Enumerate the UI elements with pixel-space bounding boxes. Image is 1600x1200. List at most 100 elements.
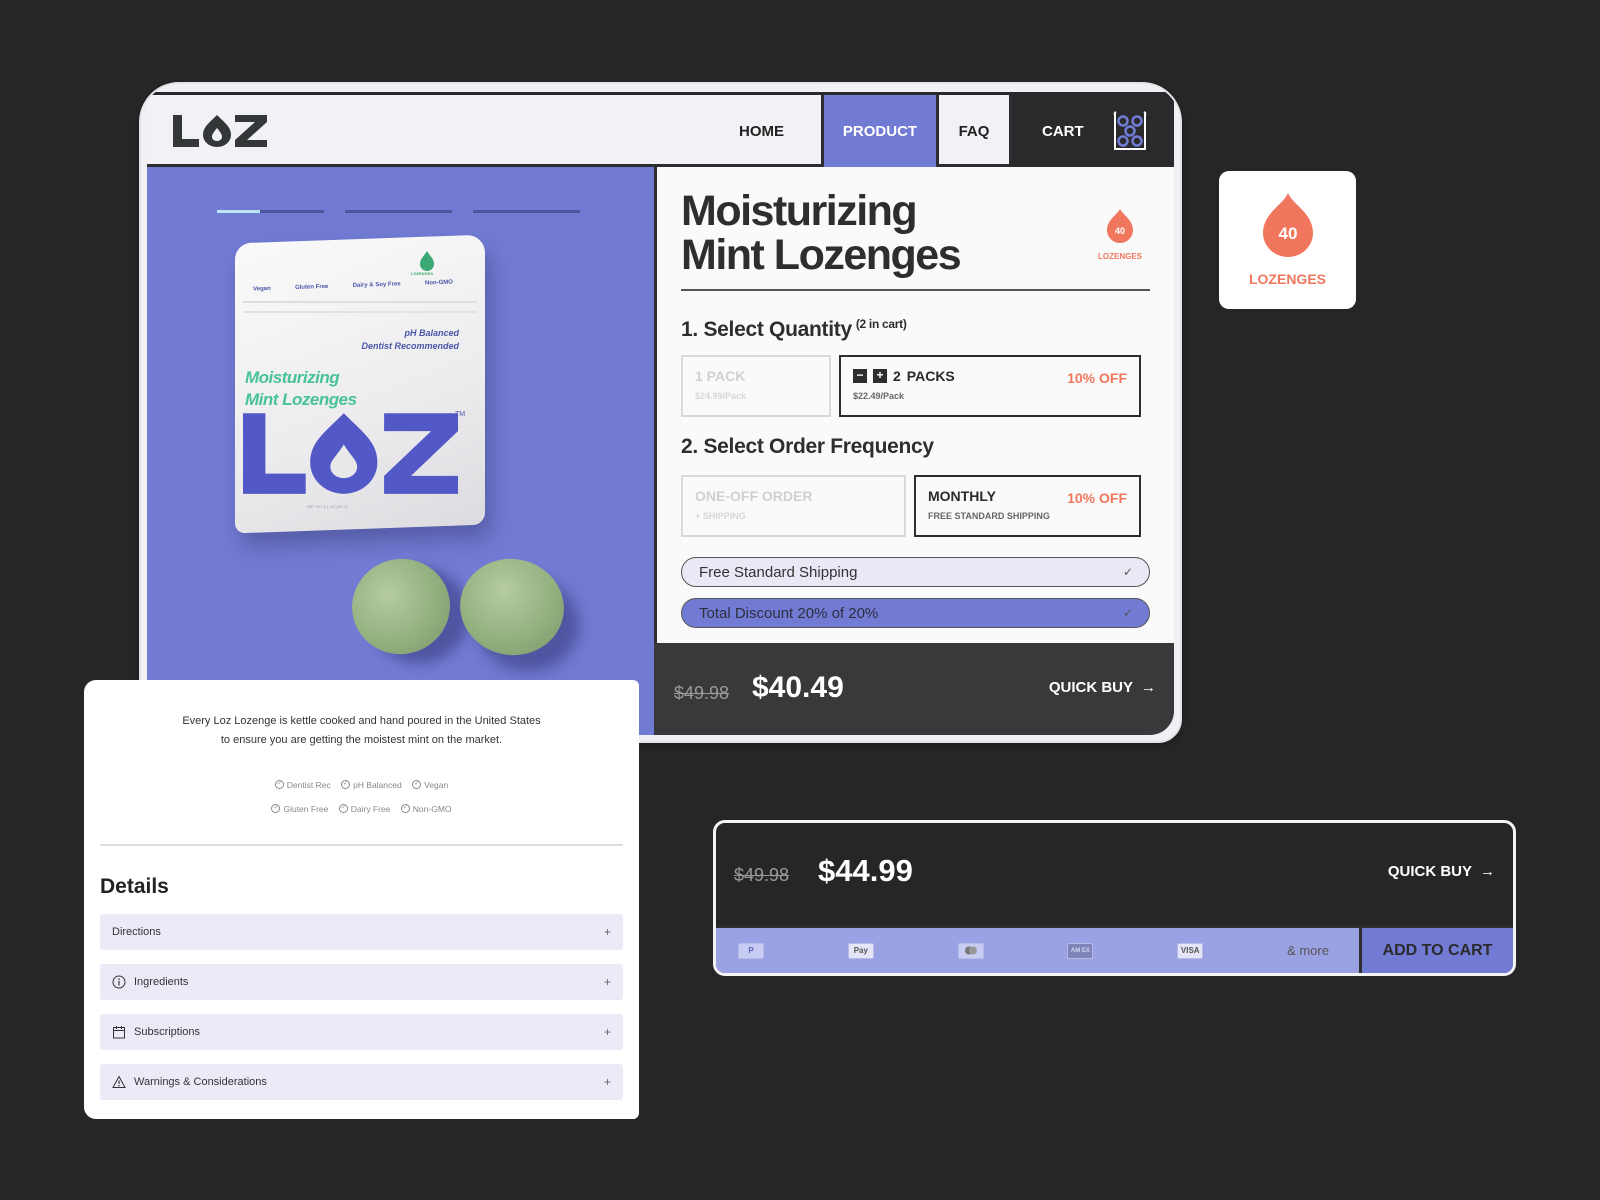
feature-label: Vegan	[424, 779, 449, 790]
quantity-increment-button[interactable]: +	[873, 369, 887, 383]
option-label: ONE-OFF ORDER	[695, 488, 813, 504]
net-weight: NET WT 3.1 OZ (90 G)	[307, 504, 348, 509]
paypal-icon: P	[738, 942, 764, 959]
feature-badge: ✓ Gluten Free	[271, 804, 328, 814]
calendar-icon	[113, 1026, 125, 1039]
quick-buy-label: QUICK BUY	[1048, 679, 1133, 696]
product-description: Every Loz Lozenge is kettle cooked and h…	[182, 715, 541, 746]
quantity-value: 2	[893, 368, 901, 384]
quantity-decrement-button[interactable]: −	[853, 369, 867, 383]
check-icon: ✓	[1122, 606, 1133, 620]
feature-badge: ✓ Dairy Free	[338, 803, 391, 814]
accordion-directions[interactable]: Directions +	[100, 914, 623, 950]
quantity-option-1-pack[interactable]: 1 PACK $24.99/Pack	[681, 355, 831, 417]
divider	[681, 289, 1150, 291]
pouch-claims: pH Balanced Dentist Recommended	[361, 327, 459, 353]
drop-icon	[420, 251, 434, 271]
current-price: $40.49	[752, 671, 844, 704]
option-label: 1 PACK	[695, 368, 746, 384]
slide-indicator-3[interactable]	[473, 210, 580, 213]
drop-icon: 40	[1107, 209, 1133, 243]
feature-badge: ✓ Dentist Rec	[274, 779, 331, 790]
accordion-label: Ingredients	[134, 976, 189, 988]
option-price: $24.99/Pack	[695, 391, 747, 401]
pouch-tag: Gluten Free	[294, 283, 329, 292]
nav-product[interactable]: PRODUCT	[824, 95, 939, 167]
title-line: Moisturizing	[681, 187, 918, 235]
divider	[100, 844, 623, 846]
drop-icon: 40	[1263, 193, 1313, 257]
plus-icon: +	[603, 1025, 611, 1039]
product-configurator: Moisturizing Mint Lozenges 40 LOZENGES 1…	[654, 167, 1174, 643]
feature-label: Non-GMO	[412, 803, 452, 814]
feature-badge: ✓ Non-GMO	[400, 803, 452, 814]
check-icon: ✓	[1122, 565, 1133, 579]
product-pouch: LOZENGES Vegan Gluten Free Dairy & Soy F…	[235, 234, 485, 534]
feature-label: pH Balanced	[353, 779, 402, 790]
option-sub: FREE STANDARD SHIPPING	[928, 511, 1050, 521]
feature-label: Gluten Free	[283, 803, 329, 814]
slide-indicator-2[interactable]	[345, 210, 452, 213]
discount-label: 10% OFF	[1067, 370, 1127, 386]
product-page-window: HOME PRODUCT FAQ CART LOZENGES Vegan Glu…	[139, 82, 1182, 743]
option-price: $22.49/Pack	[853, 391, 905, 401]
plus-icon: +	[603, 1075, 611, 1089]
lozenge-image	[341, 547, 461, 666]
feature-label: Dentist Rec	[286, 779, 331, 790]
accordion-warnings[interactable]: Warnings & Considerations +	[100, 1064, 623, 1100]
slide-indicator-1[interactable]	[217, 210, 324, 213]
pouch-claim: pH Balanced	[404, 328, 459, 338]
pouch-tag: Non-GMO	[424, 279, 454, 287]
nav-faq[interactable]: FAQ	[939, 95, 1012, 167]
slide-progress	[217, 210, 260, 213]
check-circle-icon: ✓	[271, 804, 281, 813]
nav-cart[interactable]: CART	[1012, 95, 1174, 167]
discount-label: 10% OFF	[1067, 490, 1127, 506]
pill-label: Free Standard Shipping	[699, 563, 858, 581]
navbar: HOME PRODUCT FAQ CART	[147, 95, 1174, 167]
details-heading: Details	[100, 875, 169, 898]
plus-icon: +	[603, 975, 611, 989]
frequency-option-monthly[interactable]: MONTHLY FREE STANDARD SHIPPING 10% OFF	[914, 475, 1141, 537]
accordion-ingredients[interactable]: Ingredients +	[100, 964, 623, 1000]
quick-buy-button[interactable]: QUICK BUY →	[1388, 863, 1495, 880]
check-circle-icon: ✓	[274, 780, 284, 789]
more-payments-label: & more	[1287, 943, 1329, 958]
payment-bar: P Pay AM EX VISA & more ADD TO CART	[716, 926, 1513, 973]
quick-buy-label: QUICK BUY	[1387, 863, 1472, 880]
option-label: PACKS	[906, 368, 955, 384]
pouch-tag: Vegan	[252, 285, 271, 293]
quick-buy-card: $49.98 $44.99 QUICK BUY → P Pay AM EX VI…	[713, 820, 1516, 976]
feature-badge: ✓ pH Balanced	[341, 780, 402, 790]
lozenge-count-badge: 40 LOZENGES	[1090, 209, 1150, 261]
original-price: $49.98	[674, 683, 730, 703]
product-page: HOME PRODUCT FAQ CART LOZENGES Vegan Glu…	[147, 92, 1174, 735]
nav-home[interactable]: HOME	[702, 95, 824, 167]
feature-badge: ✓ Vegan	[412, 780, 448, 790]
amex-icon: AM EX	[1067, 942, 1094, 959]
current-price: $44.99	[818, 853, 913, 888]
features-row: ✓ Gluten Free ✓ Dairy Free ✓ Non-GMO	[84, 801, 639, 814]
visa-icon: VISA	[1177, 942, 1204, 959]
pouch-name-line: Mint Lozenges	[245, 390, 357, 409]
add-to-cart-button[interactable]: ADD TO CART	[1359, 928, 1513, 973]
quick-buy-button[interactable]: QUICK BUY →	[1049, 679, 1156, 696]
arrow-right-icon: →	[1480, 863, 1495, 880]
quantity-option-2-packs[interactable]: − + 2 PACKS $22.49/Pack 10% OFF	[839, 355, 1141, 417]
pouch-drop-label: LOZENGES	[411, 271, 434, 276]
accordion-label: Warnings & Considerations	[134, 1076, 267, 1088]
feature-label: Dairy Free	[350, 803, 391, 814]
pouch-claim: Dentist Recommended	[361, 341, 459, 351]
pouch-name-line: Moisturizing	[245, 368, 340, 387]
accordion-label: Subscriptions	[134, 1026, 201, 1038]
loz-logo[interactable]	[173, 115, 269, 147]
accordion-subscriptions[interactable]: Subscriptions +	[100, 1014, 623, 1050]
quantity-heading: 1. Select Quantity (2 in cart)	[681, 317, 907, 342]
slide-indicators	[217, 210, 580, 213]
title-line: Mint Lozenges	[681, 231, 962, 279]
frequency-option-one-off[interactable]: ONE-OFF ORDER + SHIPPING	[681, 475, 906, 537]
total-discount-pill: Total Discount 20% of 20% ✓	[681, 598, 1150, 628]
check-circle-icon: ✓	[341, 780, 351, 789]
cart-note: (2 in cart)	[855, 317, 907, 331]
mastercard-icon	[957, 942, 984, 959]
